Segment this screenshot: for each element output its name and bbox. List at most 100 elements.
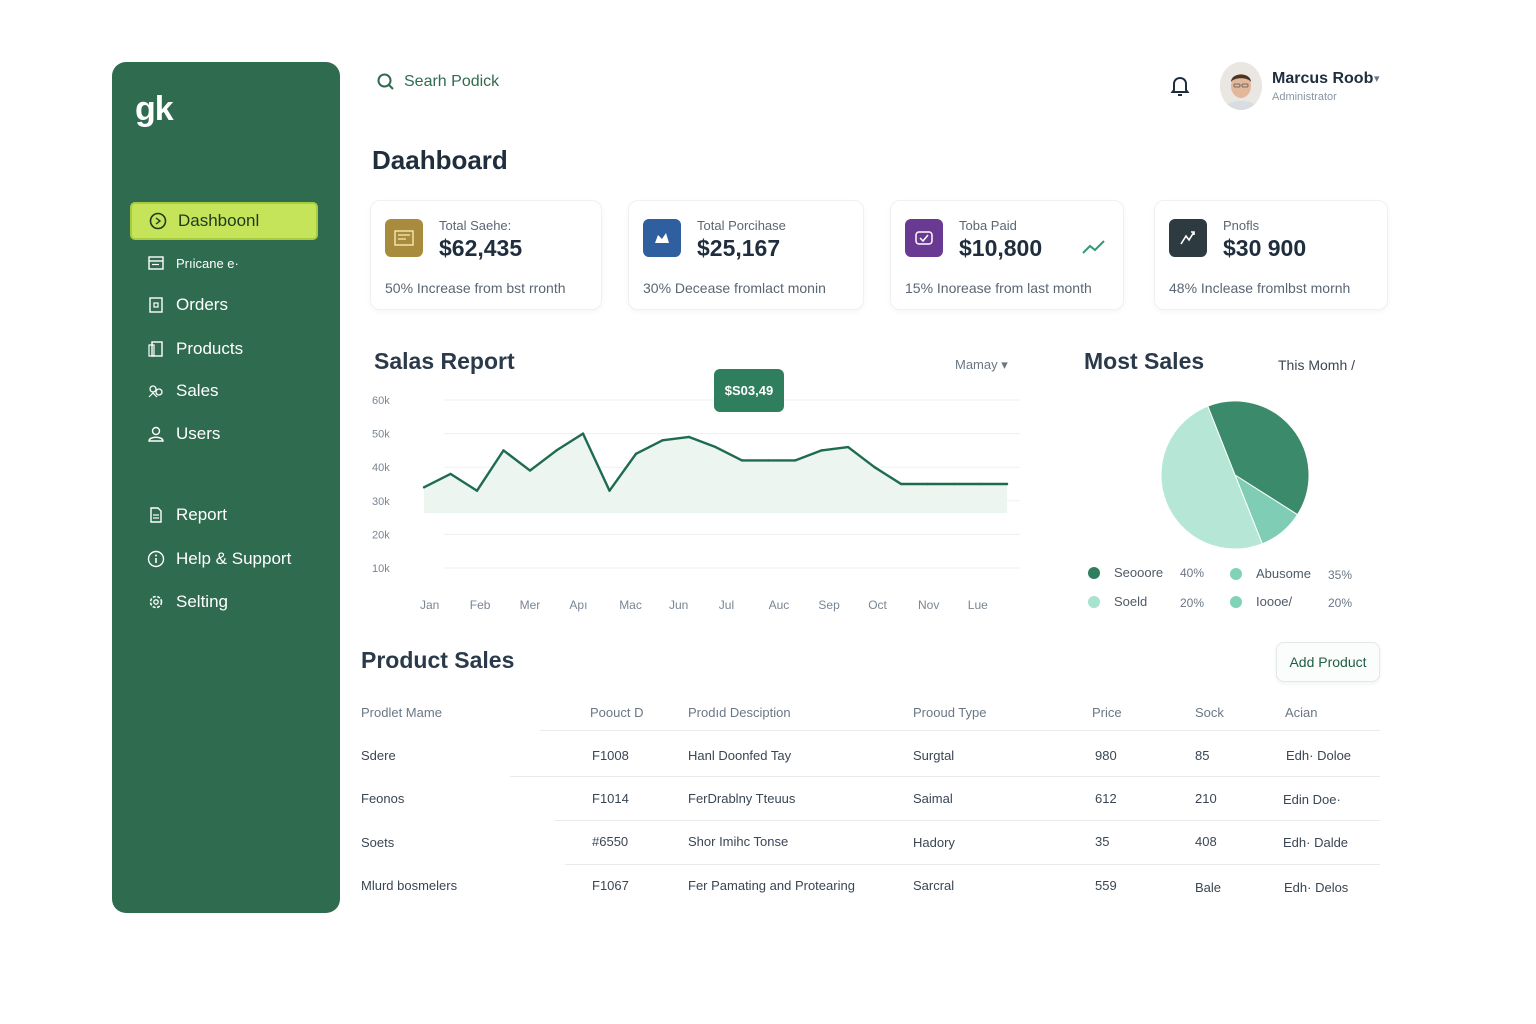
legend-pct: 40%: [1180, 566, 1205, 580]
sidebar-item-dashboard[interactable]: Dashboonl: [130, 202, 318, 240]
x-tick-label: Jun: [669, 598, 688, 612]
sidebar-item-report[interactable]: Report: [130, 496, 318, 534]
y-tick-label: 10k: [372, 563, 390, 575]
cell-product-name: Sdere: [361, 748, 396, 763]
column-header[interactable]: Price: [1092, 705, 1122, 720]
cell-type: Surgtal: [913, 748, 955, 763]
avatar[interactable]: [1220, 62, 1262, 110]
data-point[interactable]: [1005, 482, 1009, 486]
column-header[interactable]: Poouct D: [590, 705, 643, 720]
legend-item: Seooore: [1088, 565, 1163, 580]
chevron-icon: /: [1351, 357, 1356, 373]
sales-filter-dropdown[interactable]: Mamay ▾: [955, 357, 1008, 373]
orders-icon: [146, 295, 166, 315]
data-point[interactable]: [846, 445, 850, 449]
data-point[interactable]: [661, 439, 664, 442]
divider: [555, 820, 1380, 821]
x-tick-label: Jul: [719, 598, 734, 612]
bell-icon[interactable]: [1168, 74, 1192, 98]
column-header[interactable]: Prooud Type: [913, 705, 986, 720]
cell-price: 559: [1095, 878, 1117, 893]
sidebar-item-label: Orders: [176, 295, 228, 314]
page-title: Daahboard: [372, 145, 508, 175]
user-name[interactable]: Marcus Roob: [1272, 70, 1373, 88]
data-point[interactable]: [555, 449, 558, 452]
cell-action[interactable]: Edh· Delos: [1284, 880, 1348, 895]
legend-swatch: [1088, 566, 1100, 579]
cell-action[interactable]: Edh· Dalde: [1283, 835, 1348, 850]
cell-price: 612: [1095, 791, 1117, 806]
profit-box-icon: [1169, 219, 1207, 257]
data-point[interactable]: [449, 472, 452, 476]
sidebar-item-help[interactable]: Help & Support: [130, 540, 318, 578]
data-point[interactable]: [714, 445, 717, 449]
data-point[interactable]: [528, 469, 532, 472]
data-point[interactable]: [475, 489, 479, 492]
data-point[interactable]: [740, 459, 744, 462]
info-icon: [146, 549, 166, 569]
legend-item: Soeld: [1088, 594, 1147, 609]
sidebar-item-products[interactable]: Products: [130, 330, 318, 368]
x-tick-label: Mer: [520, 598, 541, 612]
data-point[interactable]: [581, 432, 585, 435]
column-header[interactable]: Sock: [1195, 705, 1224, 720]
data-point[interactable]: [899, 482, 903, 486]
stat-label: Pnofls: [1223, 218, 1260, 233]
column-header[interactable]: Acian: [1285, 705, 1318, 720]
sidebar-item-purchase[interactable]: Prıicane e·: [130, 244, 318, 282]
app-logo: gk: [135, 90, 174, 128]
cell-action[interactable]: Edin Doe·: [1283, 792, 1341, 807]
stat-card-paid: Toba Paid $10,800 15% Inorease from last…: [890, 200, 1124, 310]
y-tick-label: 50k: [372, 429, 390, 441]
sales-box-icon: [385, 219, 423, 257]
sales-report-title: Salas Report: [374, 348, 515, 374]
sidebar-item-label: Users: [176, 424, 221, 443]
data-point[interactable]: [608, 489, 611, 492]
data-point[interactable]: [952, 482, 956, 486]
stat-label: Total Saehe:: [439, 218, 512, 233]
cell-action[interactable]: Edh· Doloe: [1286, 748, 1351, 763]
trend-up-icon: [1082, 240, 1105, 254]
column-header[interactable]: Prodıd Desciption: [688, 705, 791, 720]
user-role: Administrator: [1272, 91, 1337, 103]
cell-type: Sarcral: [913, 878, 955, 893]
most-sales-filter[interactable]: This Momh /: [1278, 357, 1355, 373]
add-product-button[interactable]: Add Product: [1276, 642, 1380, 682]
chart-tooltip: $S03,49: [714, 369, 784, 412]
sidebar-item-settings[interactable]: Selting: [130, 583, 318, 621]
sidebar-item-users[interactable]: Users: [130, 415, 318, 453]
most-sales-pie: [1160, 400, 1310, 550]
data-point[interactable]: [873, 466, 876, 469]
legend-label: Abusome: [1256, 566, 1311, 581]
data-point[interactable]: [926, 482, 929, 486]
sales-filter-label: Mamay: [955, 357, 998, 372]
search-input[interactable]: Searh Podick: [376, 72, 499, 92]
chevron-down-icon: ▾: [1001, 357, 1008, 372]
data-point[interactable]: [422, 486, 426, 489]
sidebar-item-label: Prıicane e·: [176, 255, 239, 271]
data-point[interactable]: [979, 482, 982, 486]
data-point[interactable]: [767, 459, 770, 462]
search-placeholder: Searh Podick: [404, 73, 500, 90]
purchase-icon: [146, 253, 166, 273]
cell-price: 35: [1095, 834, 1110, 849]
data-point[interactable]: [634, 452, 638, 455]
data-point[interactable]: [687, 435, 691, 439]
user-icon: [146, 424, 166, 444]
stat-value: $30 900: [1223, 235, 1307, 261]
sidebar-item-orders[interactable]: Orders: [130, 286, 318, 324]
sidebar-item-label: Help & Support: [176, 549, 292, 568]
stat-note: 50% Increase from bst rronth: [385, 280, 566, 296]
products-icon: [146, 339, 166, 359]
divider: [565, 864, 1380, 865]
chevron-down-icon[interactable]: ▾: [1374, 72, 1380, 85]
sidebar-item-label: Products: [176, 339, 244, 358]
data-point[interactable]: [793, 459, 797, 462]
cell-stock: Bale: [1195, 880, 1222, 895]
stat-label: Total Porcihase: [697, 218, 786, 233]
data-point[interactable]: [820, 449, 823, 452]
column-header[interactable]: Prodlet Mame: [361, 705, 442, 720]
data-point[interactable]: [502, 449, 505, 452]
x-tick-label: Feb: [470, 598, 491, 612]
sidebar-item-sales[interactable]: Sales: [130, 372, 318, 410]
